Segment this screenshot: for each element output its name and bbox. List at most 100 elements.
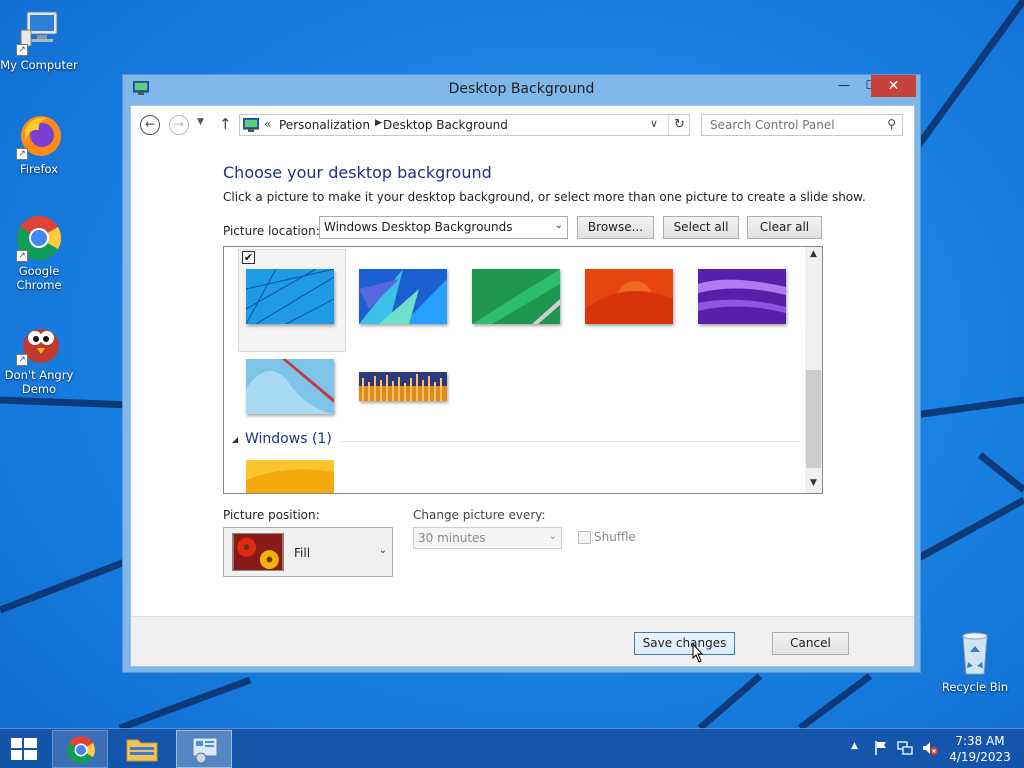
back-button[interactable]: ← (140, 115, 160, 135)
action-center-flag-icon[interactable] (873, 740, 889, 756)
shortcut-arrow-icon: ↗ (16, 250, 28, 262)
volume-muted-icon[interactable] (922, 740, 938, 756)
show-hidden-icons-button[interactable]: ▲ (851, 741, 858, 751)
search-icon[interactable]: ⚲ (887, 117, 896, 131)
arrow-left-icon: ← (144, 117, 156, 131)
forward-button[interactable]: → (169, 115, 189, 135)
chrome-icon: ↗ (15, 214, 63, 262)
title-bar[interactable]: Desktop Background — ☐ ✕ (123, 75, 920, 105)
wallpaper-thumbnail-city-skyline[interactable] (359, 372, 447, 401)
recent-locations-button[interactable]: ▼ (197, 117, 204, 127)
picture-list-scrollbar[interactable]: ▲ ▼ (805, 247, 822, 493)
address-bar[interactable]: « Personalization ▶ Desktop Background ∨… (239, 114, 690, 136)
folder-icon (126, 739, 158, 762)
search-input[interactable] (702, 115, 878, 135)
collapse-triangle-icon[interactable]: ◢ (232, 435, 238, 444)
taskbar-chrome-button[interactable] (52, 730, 108, 768)
desktop-background-window: Desktop Background — ☐ ✕ ← → ▼ ↑ « Perso… (122, 74, 921, 673)
desktop-icon-label: My Computer (0, 58, 78, 72)
breadcrumb-separator-icon[interactable]: ▶ (375, 118, 382, 128)
close-icon: ✕ (887, 78, 900, 94)
scroll-up-arrow-icon[interactable]: ▲ (805, 249, 822, 259)
picture-location-label: Picture location: (223, 224, 320, 238)
taskbar-file-explorer-button[interactable] (114, 730, 170, 768)
breadcrumb-desktop-background[interactable]: Desktop Background (383, 118, 508, 132)
minimize-button[interactable]: — (829, 75, 859, 97)
close-button[interactable]: ✕ (871, 75, 916, 97)
dialog-footer: Save changes Cancel (131, 616, 914, 666)
picture-position-dropdown[interactable]: Fill ⌄ (223, 527, 393, 577)
clock-date[interactable]: 4/19/2023 (946, 750, 1014, 764)
desktop-icon-label: Recycle Bin (941, 680, 1009, 694)
change-picture-interval-dropdown[interactable]: 30 minutes ⌄ (413, 527, 562, 549)
page-description: Click a picture to make it your desktop … (223, 190, 866, 204)
shuffle-label[interactable]: Shuffle (594, 530, 636, 544)
shortcut-arrow-icon: ↗ (16, 354, 28, 366)
address-dropdown-icon[interactable]: ∨ (650, 117, 658, 130)
wallpaper-thumbnail-light-blue-curve[interactable] (246, 359, 334, 414)
picture-position-value: Fill (294, 546, 311, 560)
desktop-icon-label: Google Chrome (16, 264, 62, 292)
start-button[interactable] (0, 730, 48, 768)
control-panel-icon (192, 737, 218, 764)
firefox-icon: ↗ (15, 112, 63, 160)
hidden-crumbs-chevron[interactable]: « (264, 117, 271, 131)
windows-logo-icon (11, 738, 37, 760)
taskbar-control-panel-button[interactable] (176, 730, 232, 768)
cancel-button[interactable]: Cancel (772, 632, 849, 655)
shortcut-arrow-icon: ↗ (16, 148, 28, 160)
desktop-icon-label: Firefox (19, 162, 59, 176)
wallpaper-thumbnail-green-ribbon[interactable] (472, 269, 560, 324)
chevron-down-icon: ⌄ (548, 531, 557, 542)
scroll-down-arrow-icon[interactable]: ▼ (805, 478, 822, 488)
wallpaper-thumbnail-orange-flow[interactable] (585, 269, 673, 324)
scrollbar-thumb[interactable] (806, 370, 821, 468)
window-client-area: ← → ▼ ↑ « Personalization ▶ Desktop Back… (130, 105, 915, 667)
search-box[interactable]: ⚲ (701, 114, 903, 136)
wallpaper-thumbnail-blue-lines[interactable] (246, 269, 334, 324)
arrow-up-icon: ↑ (219, 115, 232, 133)
clear-all-button[interactable]: Clear all (747, 216, 822, 239)
browse-button[interactable]: Browse... (577, 216, 654, 239)
refresh-button[interactable]: ↻ (668, 115, 690, 135)
picture-position-label: Picture position: (223, 508, 320, 522)
chevron-down-icon: ▼ (197, 117, 204, 127)
recycle-bin-icon (951, 630, 999, 678)
up-button[interactable]: ↑ (219, 115, 232, 133)
chevron-down-icon: ⌄ (554, 220, 563, 231)
breadcrumb-personalization[interactable]: Personalization (279, 118, 370, 132)
window-title: Desktop Background (448, 81, 595, 97)
network-icon[interactable] (897, 740, 913, 756)
thumbnail-checkbox[interactable]: ✔ (242, 251, 255, 264)
picture-location-dropdown[interactable]: Windows Desktop Backgrounds ⌄ (319, 216, 568, 239)
desktop-icon-dont-angry-demo[interactable]: ↗ Don't Angry Demo (0, 318, 81, 396)
chrome-icon (67, 736, 95, 764)
taskbar: ▲ 7:38 AM 4/19/2023 (0, 728, 1024, 768)
shortcut-arrow-icon: ↗ (16, 44, 28, 56)
desktop-icon-recycle-bin[interactable]: Recycle Bin (933, 630, 1017, 694)
change-picture-label: Change picture every: (413, 508, 546, 522)
mouse-cursor-icon (692, 643, 704, 663)
control-panel-icon (243, 118, 259, 132)
group-title: Windows (1) (245, 431, 332, 447)
navigation-bar: ← → ▼ ↑ « Personalization ▶ Desktop Back… (131, 106, 914, 144)
desktop-icon-google-chrome[interactable]: ↗ Google Chrome (0, 214, 81, 292)
wallpaper-thumbnail-blue-petals[interactable] (359, 269, 447, 324)
arrow-right-icon: → (173, 117, 185, 131)
select-all-button[interactable]: Select all (663, 216, 739, 239)
picture-location-value: Windows Desktop Backgrounds (324, 220, 513, 234)
desktop-icon-label: Don't Angry Demo (4, 368, 74, 396)
refresh-icon: ↻ (674, 117, 685, 132)
shuffle-checkbox[interactable] (578, 531, 591, 544)
chevron-down-icon: ⌄ (378, 545, 387, 556)
wallpaper-thumbnail-yellow-orange[interactable] (246, 460, 334, 493)
wallpaper-thumbnail-purple-waves[interactable] (698, 269, 786, 324)
angry-bird-icon: ↗ (15, 318, 63, 366)
group-header-windows[interactable]: ◢ Windows (1) (232, 431, 800, 450)
change-picture-interval-value: 30 minutes (418, 531, 486, 545)
computer-icon: ↗ (15, 8, 63, 56)
clock-time[interactable]: 7:38 AM (946, 734, 1014, 748)
desktop-icon-my-computer[interactable]: ↗ My Computer (0, 8, 81, 72)
desktop-icon-firefox[interactable]: ↗ Firefox (0, 112, 81, 176)
save-changes-button[interactable]: Save changes (634, 632, 735, 655)
